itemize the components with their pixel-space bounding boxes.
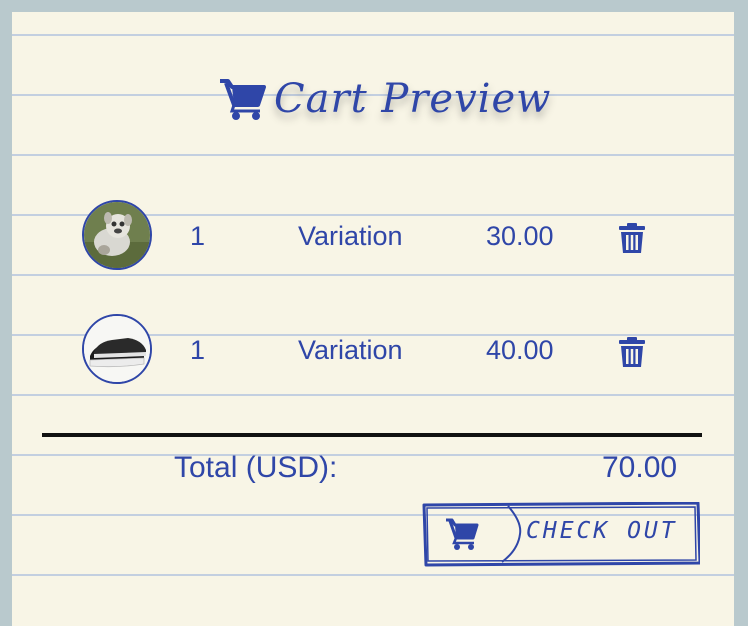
item-name: Variation xyxy=(298,335,403,365)
trash-icon[interactable] xyxy=(618,336,646,368)
item-quantity: 1 xyxy=(190,221,206,251)
page-title-text: Cart Preview xyxy=(274,76,552,122)
cart-item-row: 1 Variation 30.00 xyxy=(12,200,734,270)
cart-icon xyxy=(446,518,479,550)
checkout-button[interactable]: CHECK OUT xyxy=(422,502,700,567)
notepad-paper: Cart Preview 1 Variation 30.00 1 Variati… xyxy=(12,12,734,626)
item-quantity: 1 xyxy=(190,335,206,365)
summary-divider xyxy=(42,433,702,437)
total-label: Total (USD): xyxy=(174,451,338,484)
cart-icon xyxy=(220,79,266,120)
trash-icon[interactable] xyxy=(618,222,646,254)
sneaker-photo-image xyxy=(84,316,150,382)
item-price: 30.00 xyxy=(486,221,554,251)
item-name: Variation xyxy=(298,221,403,251)
checkout-label: CHECK OUT xyxy=(526,518,678,544)
cart-item-row: 1 Variation 40.00 xyxy=(12,314,734,384)
product-thumbnail[interactable] xyxy=(82,200,152,270)
product-thumbnail[interactable] xyxy=(82,314,152,384)
page-title: Cart Preview xyxy=(218,64,551,134)
total-value: 70.00 xyxy=(602,451,678,484)
item-price: 40.00 xyxy=(486,335,554,365)
dog-photo-image xyxy=(84,202,150,268)
